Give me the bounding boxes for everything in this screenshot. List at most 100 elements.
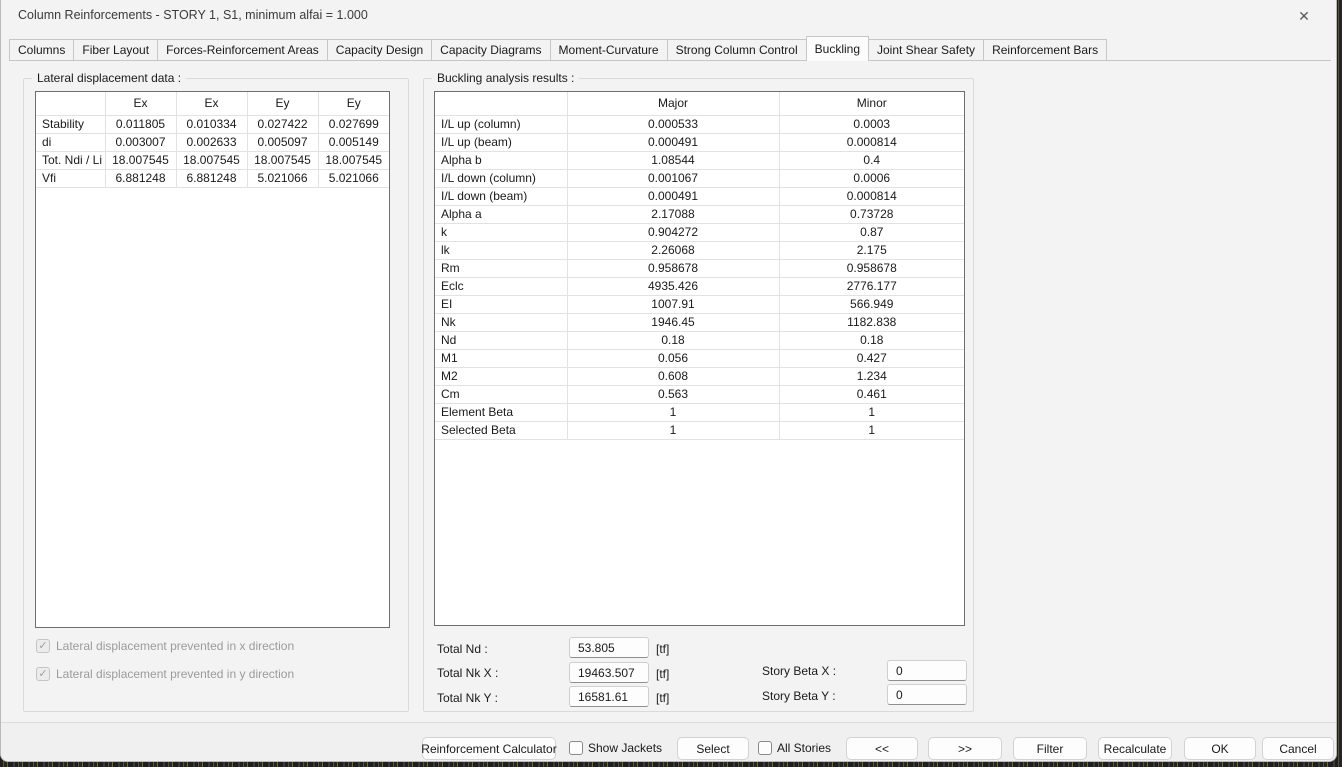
table-header-cell bbox=[435, 92, 567, 115]
lateral-displacement-group-title: Lateral displacement data : bbox=[32, 71, 186, 85]
table-row: lk2.260682.175 bbox=[435, 241, 964, 259]
cell-value: 0.958678 bbox=[779, 259, 964, 277]
row-label: lk bbox=[435, 241, 567, 259]
cell-value: 1 bbox=[779, 403, 964, 421]
cell-value: 1 bbox=[567, 403, 779, 421]
table-row: Tot. Ndi / Li18.00754518.00754518.007545… bbox=[36, 151, 389, 169]
story-beta-x-label: Story Beta X : bbox=[762, 664, 836, 678]
close-icon: ✕ bbox=[1298, 8, 1310, 25]
tab-reinforcement-bars[interactable]: Reinforcement Bars bbox=[983, 39, 1107, 60]
row-label: Rm bbox=[435, 259, 567, 277]
select-button[interactable]: Select bbox=[677, 737, 749, 760]
table-row: Nk1946.451182.838 bbox=[435, 313, 964, 331]
cell-value: 0.461 bbox=[779, 385, 964, 403]
row-label: I/L up (beam) bbox=[435, 133, 567, 151]
reinforcement-calculator-button[interactable]: Reinforcement Calculator bbox=[422, 737, 556, 760]
table-header-row: ExExEyEy bbox=[36, 92, 389, 115]
cell-value: 0.73728 bbox=[779, 205, 964, 223]
row-label: Nk bbox=[435, 313, 567, 331]
column-reinforcements-dialog: Column Reinforcements - STORY 1, S1, min… bbox=[0, 0, 1337, 762]
lateral-displacement-table: ExExEyEyStability0.0118050.0103340.02742… bbox=[35, 91, 390, 628]
total-nk-x-input[interactable] bbox=[569, 662, 649, 683]
cell-value: 5.021066 bbox=[318, 169, 389, 187]
cell-value: 0.000491 bbox=[567, 187, 779, 205]
close-button[interactable]: ✕ bbox=[1288, 5, 1320, 28]
cell-value: 0.000533 bbox=[567, 115, 779, 133]
total-nk-y-input[interactable] bbox=[569, 686, 649, 707]
checkbox-checked-icon: ✓ bbox=[36, 639, 50, 653]
table-row: Alpha b1.085440.4 bbox=[435, 151, 964, 169]
cell-value: 0.000814 bbox=[779, 133, 964, 151]
checkbox-prevented-y-direction: ✓ Lateral displacement prevented in y di… bbox=[36, 666, 294, 682]
cell-value: 1946.45 bbox=[567, 313, 779, 331]
row-label: Selected Beta bbox=[435, 421, 567, 439]
table-row: Rm0.9586780.958678 bbox=[435, 259, 964, 277]
checkbox-checked-icon: ✓ bbox=[36, 667, 50, 681]
table-row: EI1007.91566.949 bbox=[435, 295, 964, 313]
cell-value: 1 bbox=[779, 421, 964, 439]
tab-capacity-diagrams[interactable]: Capacity Diagrams bbox=[431, 39, 550, 60]
story-beta-y-label: Story Beta Y : bbox=[762, 689, 836, 703]
total-nd-label: Total Nd : bbox=[437, 642, 488, 656]
table-header-cell: Major bbox=[567, 92, 779, 115]
next-button[interactable]: >> bbox=[928, 737, 1002, 760]
table-row: I/L up (beam)0.0004910.000814 bbox=[435, 133, 964, 151]
table-row: Selected Beta11 bbox=[435, 421, 964, 439]
cell-value: 2.175 bbox=[779, 241, 964, 259]
row-label: I/L down (column) bbox=[435, 169, 567, 187]
lateral-displacement-group: Lateral displacement data : ExExEyEyStab… bbox=[23, 78, 409, 712]
cell-value: 0.0006 bbox=[779, 169, 964, 187]
row-label: EI bbox=[435, 295, 567, 313]
cell-value: 0.027422 bbox=[247, 115, 318, 133]
cell-value: 0.563 bbox=[567, 385, 779, 403]
cell-value: 18.007545 bbox=[105, 151, 176, 169]
table-row: k0.9042720.87 bbox=[435, 223, 964, 241]
cell-value: 4935.426 bbox=[567, 277, 779, 295]
tab-columns[interactable]: Columns bbox=[9, 39, 74, 60]
table-row: Vfi6.8812486.8812485.0210665.021066 bbox=[36, 169, 389, 187]
story-beta-y-input[interactable] bbox=[887, 684, 967, 705]
title-bar: Column Reinforcements - STORY 1, S1, min… bbox=[1, 0, 1336, 32]
row-label: Cm bbox=[435, 385, 567, 403]
bottom-bar: Reinforcement Calculator Show Jackets Se… bbox=[1, 722, 1336, 762]
table-row: Eclc4935.4262776.177 bbox=[435, 277, 964, 295]
tab-capacity-design[interactable]: Capacity Design bbox=[327, 39, 432, 60]
checkbox-prevented-x-direction: ✓ Lateral displacement prevented in x di… bbox=[36, 638, 294, 654]
tab-strong-column-control[interactable]: Strong Column Control bbox=[667, 39, 807, 60]
row-label: Vfi bbox=[36, 169, 105, 187]
tab-bar: ColumnsFiber LayoutForces-Reinforcement … bbox=[9, 37, 1331, 61]
filter-button[interactable]: Filter bbox=[1013, 737, 1087, 760]
row-label: Stability bbox=[36, 115, 105, 133]
table-row: Nd0.180.18 bbox=[435, 331, 964, 349]
cell-value: 0.056 bbox=[567, 349, 779, 367]
tab-fiber-layout[interactable]: Fiber Layout bbox=[73, 39, 158, 60]
cell-value: 0.005149 bbox=[318, 133, 389, 151]
table-header-row: MajorMinor bbox=[435, 92, 964, 115]
table-row: I/L down (column)0.0010670.0006 bbox=[435, 169, 964, 187]
tab-joint-shear-safety[interactable]: Joint Shear Safety bbox=[868, 39, 984, 60]
cell-value: 0.001067 bbox=[567, 169, 779, 187]
cell-value: 0.4 bbox=[779, 151, 964, 169]
total-nd-input[interactable] bbox=[569, 637, 649, 658]
cell-value: 0.18 bbox=[567, 331, 779, 349]
story-beta-x-input[interactable] bbox=[887, 660, 967, 681]
cell-value: 1.08544 bbox=[567, 151, 779, 169]
cell-value: 1007.91 bbox=[567, 295, 779, 313]
cell-value: 566.949 bbox=[779, 295, 964, 313]
row-label: Nd bbox=[435, 331, 567, 349]
tab-forces-reinforcement-areas[interactable]: Forces-Reinforcement Areas bbox=[157, 39, 328, 60]
total-nk-y-label: Total Nk Y : bbox=[437, 691, 498, 705]
previous-button[interactable]: << bbox=[846, 737, 918, 760]
cancel-button[interactable]: Cancel bbox=[1262, 737, 1334, 760]
cell-value: 0.958678 bbox=[567, 259, 779, 277]
total-nk-x-unit: [tf] bbox=[656, 667, 669, 681]
show-jackets-checkbox[interactable]: Show Jackets bbox=[569, 740, 662, 756]
ok-button[interactable]: OK bbox=[1184, 737, 1256, 760]
tab-buckling[interactable]: Buckling bbox=[806, 36, 869, 61]
all-stories-checkbox[interactable]: All Stories bbox=[758, 740, 831, 756]
cell-value: 0.0003 bbox=[779, 115, 964, 133]
row-label: di bbox=[36, 133, 105, 151]
tab-moment-curvature[interactable]: Moment-Curvature bbox=[550, 39, 668, 60]
recalculate-button[interactable]: Recalculate bbox=[1098, 737, 1172, 760]
cell-value: 6.881248 bbox=[176, 169, 247, 187]
